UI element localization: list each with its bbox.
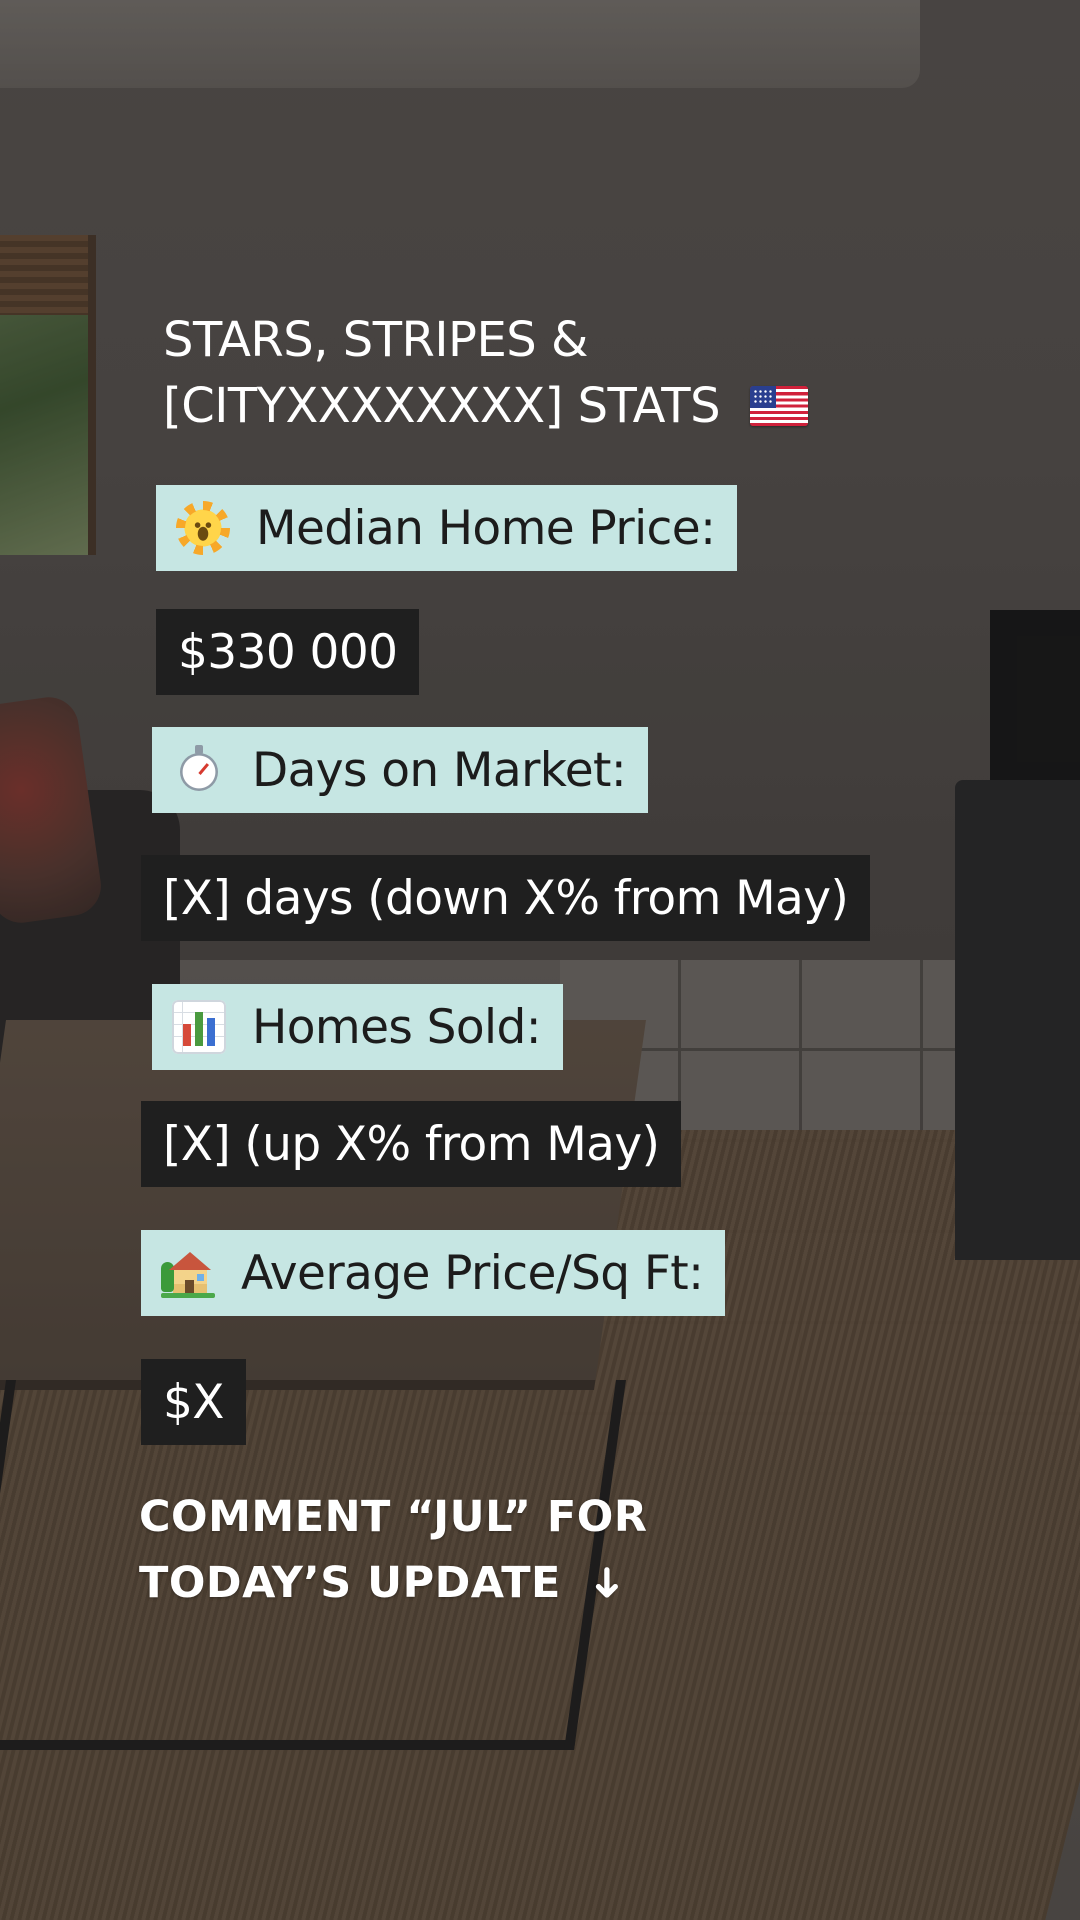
story-frame: STARS, STRIPES & [CITYXXXXXXXX] STATS Me…: [0, 0, 1080, 1920]
title-line-2-text: [CITYXXXXXXXX] STATS: [163, 378, 721, 434]
cta-line-1: COMMENT “JUL” FOR: [139, 1492, 648, 1542]
page-title: STARS, STRIPES & [CITYXXXXXXXX] STATS: [163, 307, 809, 439]
homes-sold-label-text: Homes Sold:: [252, 999, 542, 1055]
days-on-market-label: Days on Market:: [152, 727, 649, 813]
background-shade: [0, 0, 1080, 1920]
homes-sold-value: [X] (up X% from May): [141, 1101, 682, 1187]
median-home-price-label: Median Home Price:: [156, 485, 738, 571]
stopwatch-icon: [172, 743, 226, 797]
us-flag-icon: [750, 386, 809, 426]
average-price-per-sqft-value: $X: [141, 1359, 246, 1445]
homes-sold-label: Homes Sold:: [152, 984, 563, 1070]
cta-line-2: TODAY’S UPDATE ➜: [139, 1550, 647, 1616]
arrow-down-icon: ➜: [582, 1550, 632, 1616]
comment-call-to-action: COMMENT “JUL” FOR TODAY’S UPDATE ➜: [139, 1484, 647, 1616]
title-line-1: STARS, STRIPES &: [163, 312, 588, 368]
median-home-price-value: $330 000: [156, 609, 420, 695]
sun-with-face-icon: [176, 501, 230, 555]
median-home-price-label-text: Median Home Price:: [256, 500, 716, 556]
bar-chart-icon: [172, 1000, 226, 1054]
average-price-per-sqft-label: Average Price/Sq Ft:: [141, 1230, 726, 1316]
days-on-market-value: [X] days (down X% from May): [141, 855, 871, 941]
house-with-garden-icon: [161, 1246, 215, 1300]
days-on-market-label-text: Days on Market:: [252, 742, 627, 798]
average-price-per-sqft-label-text: Average Price/Sq Ft:: [241, 1245, 704, 1301]
arrow-glyph: ➜: [582, 1564, 633, 1602]
cta-line-2-text: TODAY’S UPDATE: [139, 1558, 561, 1608]
title-line-2: [CITYXXXXXXXX] STATS: [163, 373, 809, 439]
